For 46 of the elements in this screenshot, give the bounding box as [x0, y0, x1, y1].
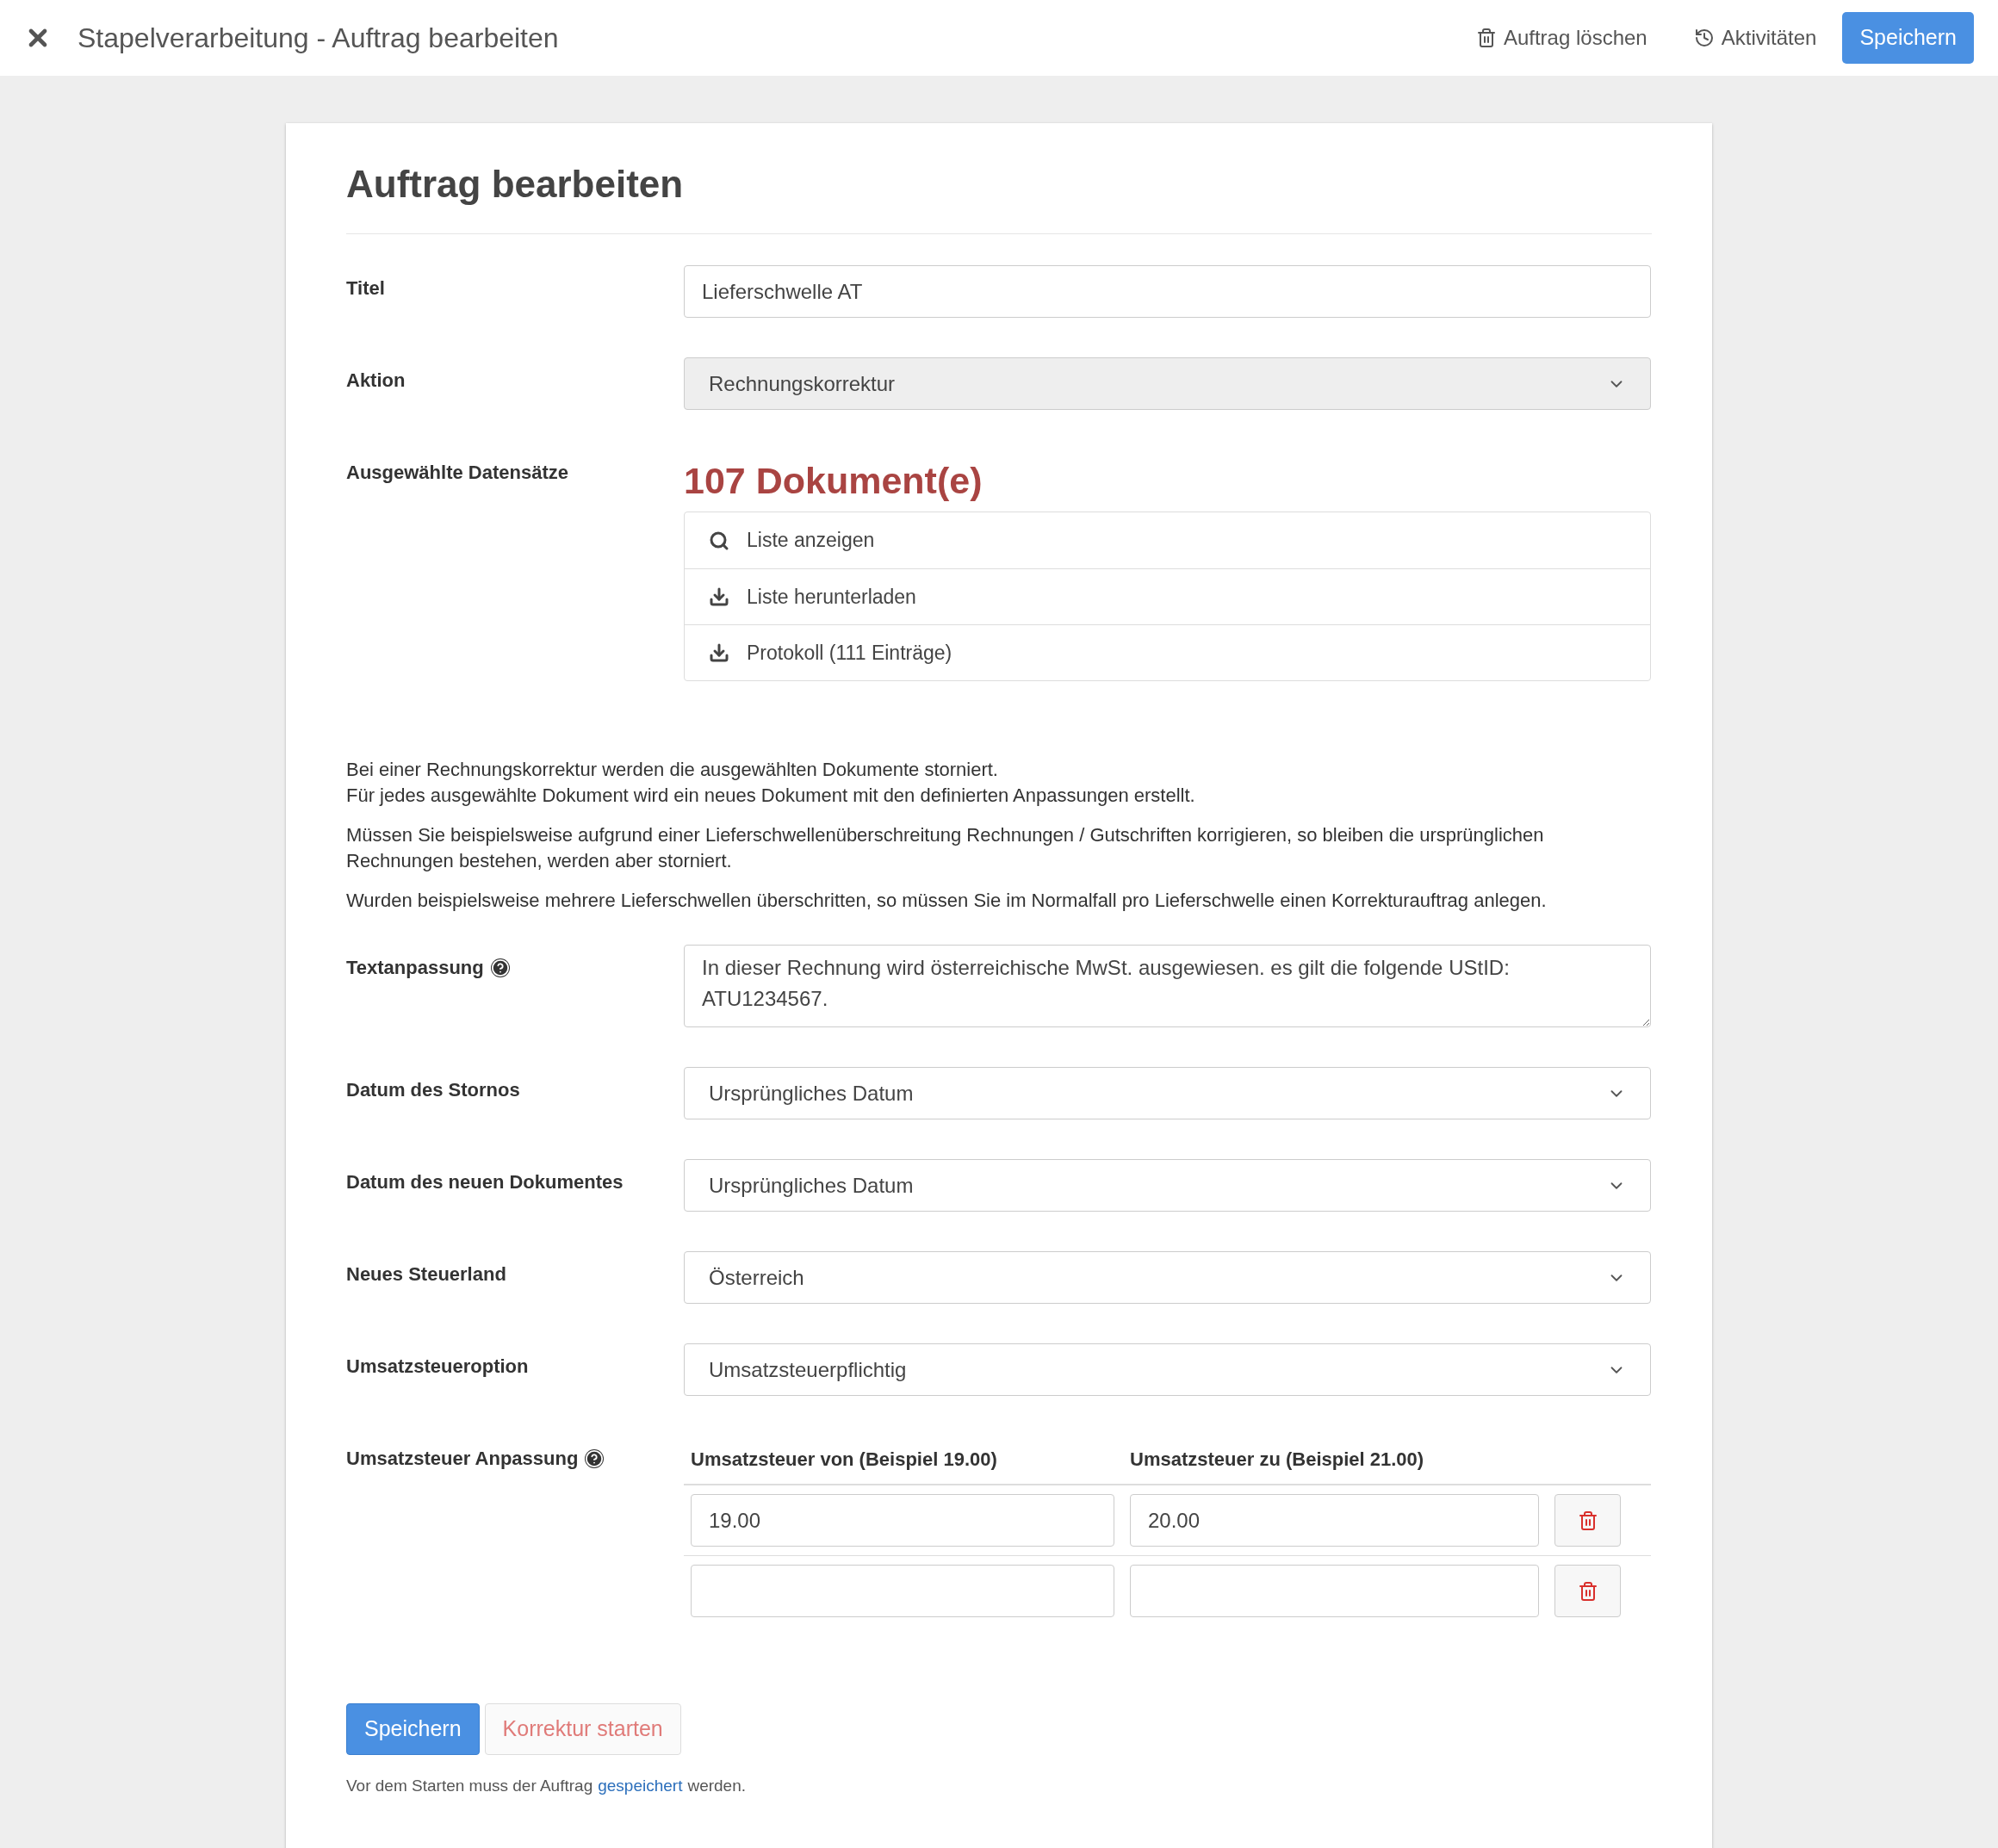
select-field[interactable]: Ursprüngliches Datum: [684, 1159, 1651, 1212]
download-icon: [709, 586, 729, 607]
field-label: Datum des Stornos: [346, 1078, 520, 1102]
help-icon[interactable]: [490, 958, 510, 977]
card-title: Auftrag bearbeiten: [346, 156, 1652, 234]
search-icon: [709, 530, 729, 551]
trash-icon: [1577, 1510, 1598, 1531]
field-label: Aktion: [346, 369, 406, 393]
history-icon: [1693, 28, 1715, 48]
info-paragraph: Müssen Sie beispielsweise aufgrund einer Lieferschwellenüberschreitung Rechnungen / Gutschriften korrigieren, so bleiben die ursprünglichen Rechnungen bestehen, werden aber storniert.: [346, 823, 1545, 873]
column-header: Umsatzsteuer von (Beispiel 19.00): [691, 1448, 998, 1472]
info-paragraph: Wurden beispielsweise mehrere Lieferschwellen überschritten, so müssen Sie im Normalfall pro Lieferschwelle einen Korrekturauftrag anlegen.: [346, 889, 1548, 913]
delete-row-button[interactable]: [1554, 1565, 1621, 1617]
list-action-item[interactable]: Liste herunterladen: [685, 568, 1650, 624]
select-field[interactable]: Umsatzsteuerpflichtig: [684, 1343, 1651, 1396]
column-header: Umsatzsteuer zu (Beispiel 21.00): [1130, 1448, 1424, 1472]
hint-text: Vor dem Starten muss der Auftrag: [346, 1776, 593, 1796]
activities-button[interactable]: Aktivitäten: [1693, 22, 1817, 53]
field-label: Umsatzsteuer Anpassung: [346, 1447, 579, 1471]
saved-link[interactable]: gespeichert: [598, 1774, 683, 1799]
field-label: Umsatzsteueroption: [346, 1355, 529, 1379]
list-action-item[interactable]: Protokoll (111 Einträge): [685, 624, 1650, 680]
select-field[interactable]: Österreich: [684, 1251, 1651, 1304]
field-label: Ausgewählte Datensätze: [346, 461, 568, 485]
field-label: Titel: [346, 276, 385, 301]
list-action-item[interactable]: Liste anzeigen: [685, 512, 1650, 568]
field-label: Datum des neuen Dokumentes: [346, 1170, 624, 1194]
info-paragraph: Bei einer Rechnungskorrektur werden die ausgewählten Dokumente storniert. Für jedes ausgewählte Dokument wird ein neues Dokument mit den definierten Anpassungen erstellt.: [346, 758, 1196, 808]
download-icon: [709, 642, 729, 663]
title-input[interactable]: Lieferschwelle AT: [684, 265, 1651, 318]
vat-from-input[interactable]: 19.00: [691, 1494, 1114, 1547]
hint-text: werden.: [687, 1776, 747, 1796]
vat-to-input[interactable]: 20.00: [1130, 1494, 1539, 1547]
vat-from-input[interactable]: [691, 1565, 1114, 1617]
field-label: Textanpassung: [346, 956, 484, 980]
trash-icon: [1475, 28, 1497, 48]
document-count: 107 Dokument(e): [684, 459, 983, 503]
help-icon[interactable]: [585, 1449, 605, 1468]
page-title: Stapelverarbeitung - Auftrag bearbeiten: [78, 22, 559, 55]
select-field[interactable]: Ursprüngliches Datum: [684, 1067, 1651, 1119]
delete-row-button[interactable]: [1554, 1494, 1621, 1547]
field-label: Neues Steuerland: [346, 1262, 506, 1287]
text-area[interactable]: In dieser Rechnung wird österreichische MwSt. ausgewiesen. es gilt die folgende UStID: ATU1234567.: [684, 945, 1651, 1027]
delete-button[interactable]: Auftrag löschen: [1475, 22, 1647, 53]
vat-to-input[interactable]: [1130, 1565, 1539, 1617]
trash-icon: [1577, 1580, 1598, 1602]
